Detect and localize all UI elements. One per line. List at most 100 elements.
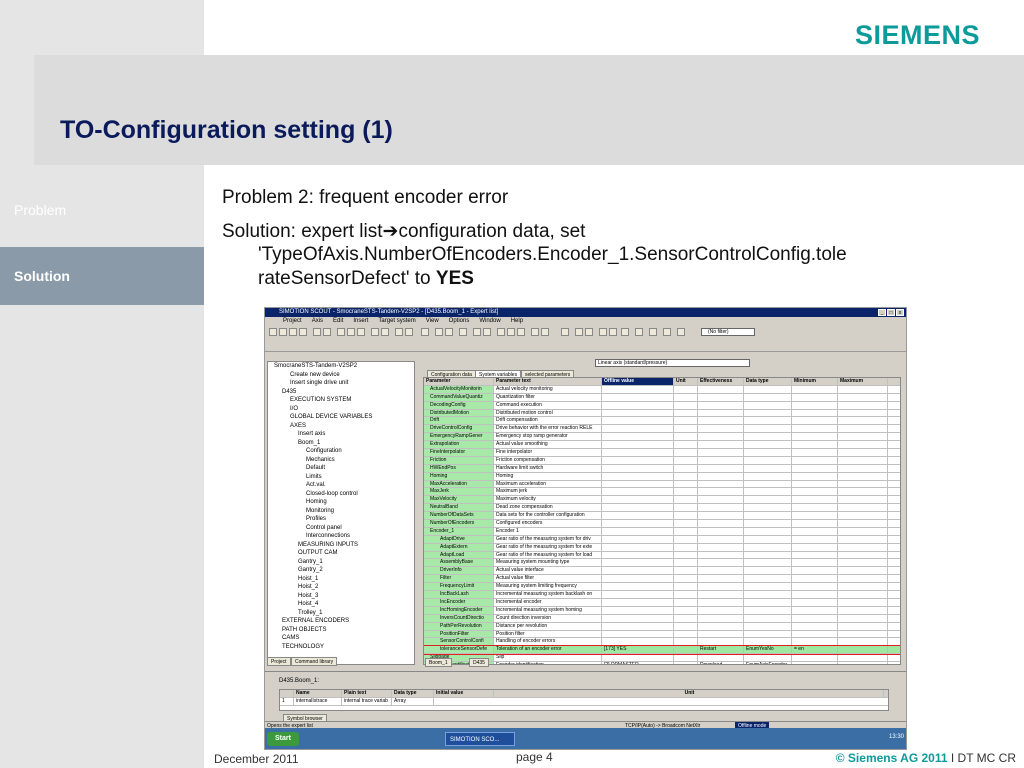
toolbar-button[interactable]: [677, 328, 685, 336]
grid-row[interactable]: MaxAcceleration Maximum acceleration: [424, 480, 900, 489]
start-button[interactable]: Start: [267, 732, 299, 746]
tree-item[interactable]: Gantry_1: [268, 558, 414, 567]
tree-item[interactable]: D435: [268, 388, 414, 397]
tree-item[interactable]: Insert axis: [268, 430, 414, 439]
toolbar-button[interactable]: [531, 328, 539, 336]
toolbar-button[interactable]: [371, 328, 379, 336]
grid-row[interactable]: NumberOfEncoders Configured encoders: [424, 520, 900, 528]
tab-boom1[interactable]: Boom_1: [425, 658, 452, 667]
toolbar-button[interactable]: [649, 328, 657, 336]
tree-item[interactable]: Hoist_3: [268, 592, 414, 601]
menu-item[interactable]: Project: [283, 317, 302, 326]
tree-item[interactable]: Control panel: [268, 524, 414, 533]
tree-item[interactable]: Mechanics: [268, 456, 414, 465]
grid-row[interactable]: FineInterpolator Fine interpolator: [424, 449, 900, 457]
grid-row[interactable]: AdaptDrive Gear ratio of the measuring sy…: [424, 535, 900, 544]
tree-item[interactable]: EXTERNAL ENCODERS: [268, 617, 414, 626]
toolbar-button[interactable]: [609, 328, 617, 336]
grid-row[interactable]: MaxVelocity Maximum velocity: [424, 496, 900, 505]
symbol-row[interactable]: 1 internalIstrace internal trace variab Arr…: [280, 697, 888, 706]
menu-item[interactable]: Axis: [312, 317, 323, 326]
grid-row[interactable]: Friction Friction compensation: [424, 456, 900, 465]
tree-item[interactable]: Create new device: [268, 371, 414, 380]
tree-item[interactable]: Monitoring: [268, 507, 414, 516]
tree-item[interactable]: OUTPUT CAM: [268, 549, 414, 558]
tree-item[interactable]: Gantry_2: [268, 566, 414, 575]
grid-row[interactable]: Extrapolation Actual value smoothing: [424, 441, 900, 450]
tree-item[interactable]: Hoist_2: [268, 583, 414, 592]
grid-row[interactable]: Homing Homing: [424, 472, 900, 481]
toolbar-button[interactable]: [541, 328, 549, 336]
toolbar-button[interactable]: [621, 328, 629, 336]
toolbar-button[interactable]: [395, 328, 403, 336]
grid-row[interactable]: AdaptLoad Gear ratio of the measuring sys…: [424, 551, 900, 560]
tree-item[interactable]: Default: [268, 464, 414, 473]
grid-row[interactable]: Drift Drift compensation: [424, 417, 900, 426]
toolbar-button[interactable]: [445, 328, 453, 336]
toolbar-button[interactable]: [497, 328, 505, 336]
toolbar-button[interactable]: [517, 328, 525, 336]
tree-item[interactable]: Hoist_4: [268, 600, 414, 609]
grid-row[interactable]: Filter Actual value filter: [424, 575, 900, 584]
grid-row[interactable]: HWEndPos Hardware limit switch: [424, 464, 900, 473]
toolbar-button[interactable]: [561, 328, 569, 336]
toolbar-button[interactable]: [435, 328, 443, 336]
maximize-icon[interactable]: □: [887, 309, 895, 316]
grid-row[interactable]: CommandValueQuantiz Quantization filter: [424, 393, 900, 402]
menu-item[interactable]: Window: [479, 317, 500, 326]
tree-item[interactable]: Hoist_1: [268, 575, 414, 584]
tab-project[interactable]: Project: [267, 657, 291, 666]
tree-item[interactable]: GLOBAL DEVICE VARIABLES: [268, 413, 414, 422]
menu-item[interactable]: Target system: [378, 317, 415, 326]
grid-row[interactable]: EmergencyRampGener Emergency stop ramp ge…: [424, 433, 900, 442]
toolbar-button[interactable]: [313, 328, 321, 336]
tree-item[interactable]: PATH OBJECTS: [268, 626, 414, 635]
grid-row[interactable]: DistributedMotion Distributed motion cont…: [424, 409, 900, 418]
toolbar-button[interactable]: [323, 328, 331, 336]
tree-item[interactable]: Closed-loop control: [268, 490, 414, 499]
tree-item[interactable]: MEASURING INPUTS: [268, 541, 414, 550]
toolbar-button[interactable]: [421, 328, 429, 336]
nav-problem[interactable]: Problem: [0, 181, 204, 239]
grid-row[interactable]: NumberOfDataSets Data sets for the contro…: [424, 512, 900, 521]
tree-item[interactable]: Insert single drive unit: [268, 379, 414, 388]
tree-item[interactable]: CAMS: [268, 634, 414, 643]
tab-command-library[interactable]: Command library: [291, 657, 338, 666]
toolbar-button[interactable]: [405, 328, 413, 336]
grid-row[interactable]: AdaptExtern Gear ratio of the measuring s…: [424, 543, 900, 552]
grid-row[interactable]: DecodingConfig Command execution: [424, 401, 900, 410]
menu-item[interactable]: Help: [511, 317, 523, 326]
grid-row[interactable]: encoderIdentificationEncoder identificat…: [424, 662, 900, 664]
tree-item[interactable]: Interconnections: [268, 532, 414, 541]
toolbar-button[interactable]: [585, 328, 593, 336]
grid-row[interactable]: IncBackLash Incremental measuring system …: [424, 591, 900, 599]
toolbar-button[interactable]: [299, 328, 307, 336]
tree-item[interactable]: SmocraneSTS-Tandem-V2SP2: [268, 362, 414, 371]
grid-row[interactable]: Encoder_1 Encoder 1: [424, 527, 900, 536]
minimize-icon[interactable]: _: [878, 309, 886, 316]
tree-item[interactable]: AXES: [268, 422, 414, 431]
axis-type-select[interactable]: Linear axis (standard/pressure): [595, 359, 750, 367]
grid-row[interactable]: SlippageSlip: [424, 654, 900, 663]
toolbar-button[interactable]: [473, 328, 481, 336]
tree-item[interactable]: Act.val.: [268, 481, 414, 490]
toolbar-button[interactable]: [289, 328, 297, 336]
toolbar-button[interactable]: [507, 328, 515, 336]
menu-item[interactable]: View: [426, 317, 439, 326]
toolbar-button[interactable]: [599, 328, 607, 336]
grid-row[interactable]: toleranceSensorDefe Toleration of an enco…: [424, 645, 900, 656]
tree-item[interactable]: EXECUTION SYSTEM: [268, 396, 414, 405]
toolbar-button[interactable]: [663, 328, 671, 336]
grid-row[interactable]: NeutralBand Dead zone compensation: [424, 504, 900, 513]
grid-row[interactable]: MaxJerk Maximum jerk: [424, 488, 900, 497]
grid-row[interactable]: InversCountDirectio Count direction inver…: [424, 614, 900, 623]
filter-select[interactable]: (No filter): [701, 328, 755, 336]
tree-item[interactable]: I/O: [268, 405, 414, 414]
grid-row[interactable]: SensorControlConfi Handling of encoder er…: [424, 638, 900, 647]
grid-row[interactable]: PathPerRevolution Distance per revolution: [424, 622, 900, 631]
close-icon[interactable]: x: [896, 309, 904, 316]
tree-item[interactable]: Configuration: [268, 447, 414, 456]
nav-solution[interactable]: Solution: [0, 247, 204, 305]
toolbar-button[interactable]: [337, 328, 345, 336]
grid-row[interactable]: PositionFilter Position filter: [424, 630, 900, 639]
